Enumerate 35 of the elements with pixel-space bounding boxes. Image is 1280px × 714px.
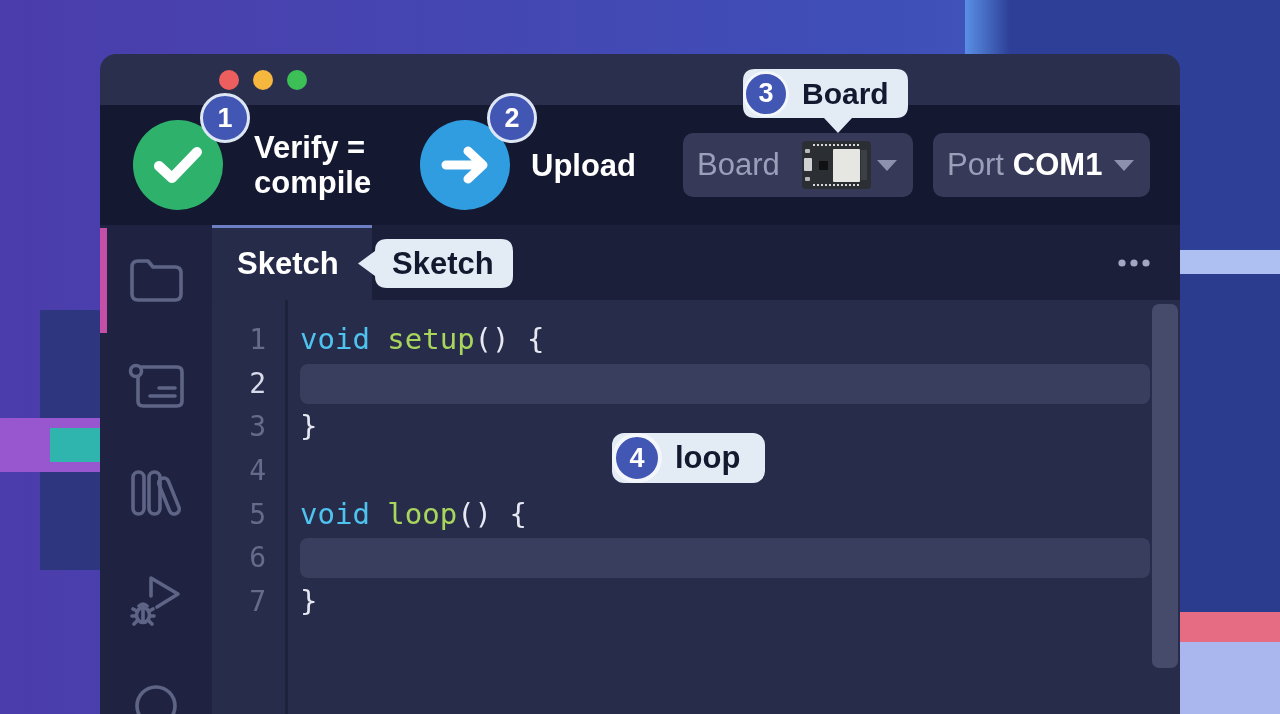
close-button[interactable] <box>219 69 239 90</box>
callout-label: Board <box>802 76 889 111</box>
line-number: 4 <box>249 453 266 490</box>
port-dropdown[interactable]: Port COM1 <box>933 133 1150 197</box>
circuit-board-icon <box>801 141 871 189</box>
callout-label: loop <box>675 440 741 476</box>
debug-icon <box>130 574 182 626</box>
check-icon <box>153 145 203 185</box>
arrow-right-icon <box>441 146 489 184</box>
file-tab[interactable]: Sketch <box>212 225 372 300</box>
line-number: 1 <box>249 322 266 358</box>
minimize-button[interactable] <box>253 69 273 90</box>
step-badge: 3 <box>743 70 789 117</box>
code-line: } <box>300 408 318 446</box>
caret-icon <box>877 159 897 171</box>
caption-label: Verify = compile <box>254 130 373 200</box>
caret-icon <box>1114 159 1134 171</box>
folder-icon <box>128 258 184 303</box>
step-badge: 4 <box>612 433 662 483</box>
library-icon <box>130 469 182 517</box>
board-dropdown[interactable]: Board <box>683 133 913 197</box>
line-number: 2 <box>249 365 266 402</box>
code-line: void setup() { <box>300 321 545 358</box>
line-number: 7 <box>249 584 266 621</box>
more-icon[interactable] <box>1118 258 1150 267</box>
line-number: 6 <box>249 540 266 577</box>
line-number: 5 <box>249 496 266 533</box>
zoom-button[interactable] <box>287 69 307 90</box>
scrollbar[interactable] <box>1152 304 1178 668</box>
line-number: 3 <box>249 409 266 446</box>
terminal-card-icon <box>127 361 185 409</box>
caption-label: Upload <box>531 147 637 183</box>
code-line: void loop() { <box>300 495 527 533</box>
code-line: } <box>300 583 318 621</box>
callout: Sketch <box>358 239 513 288</box>
